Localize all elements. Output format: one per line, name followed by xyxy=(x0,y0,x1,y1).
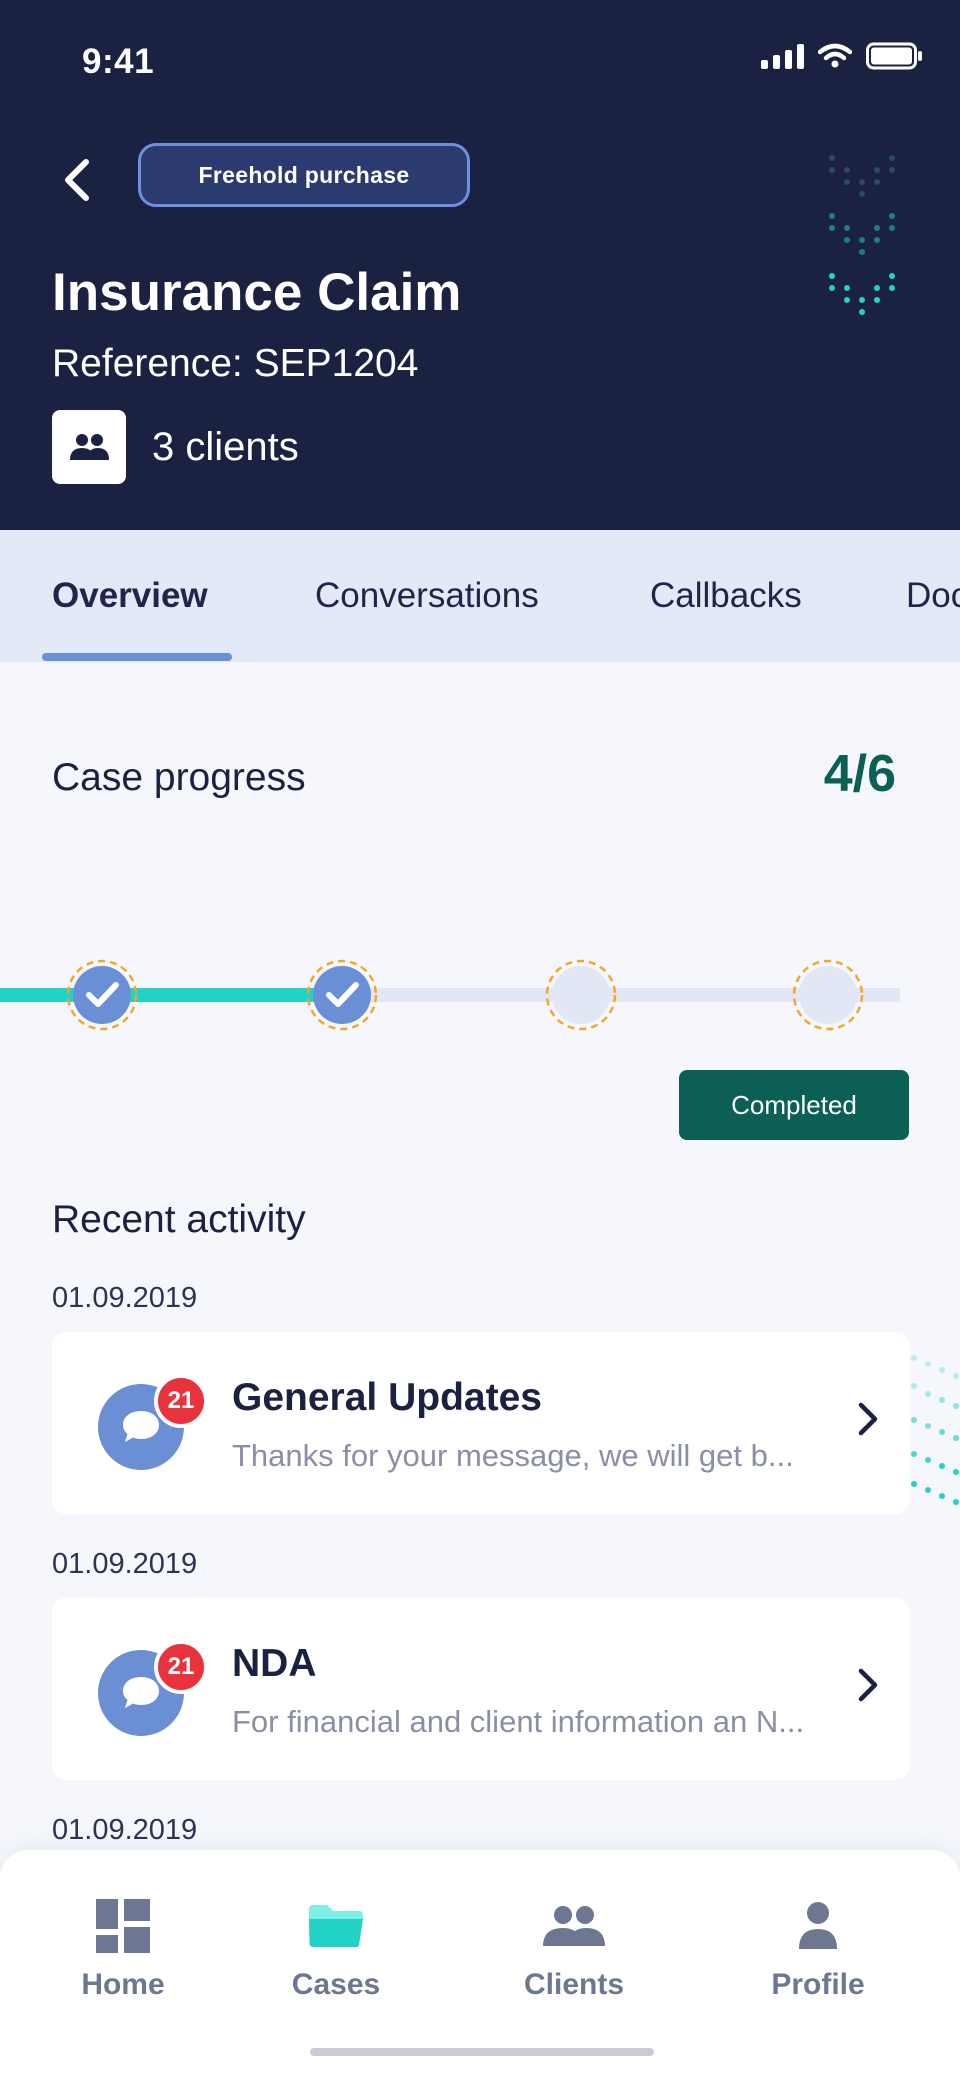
step-pending xyxy=(799,966,857,1024)
nav-label: Clients xyxy=(523,1968,625,2001)
battery-icon xyxy=(866,42,922,70)
activity-card-general-updates[interactable]: 21 General Updates Thanks for your messa… xyxy=(52,1332,910,1514)
tab-callbacks[interactable]: Callbacks xyxy=(650,576,802,616)
clients-link[interactable]: 3 clients xyxy=(52,410,299,484)
completed-button[interactable]: Completed xyxy=(679,1070,909,1140)
home-grid-icon xyxy=(96,1894,150,1958)
bottom-navigation: Home Cases Clients Profile xyxy=(0,1850,960,2079)
purchase-type-tag[interactable]: Freehold purchase xyxy=(138,143,470,207)
case-header: 9:41 Freehold purchase Insurance Claim R… xyxy=(0,0,960,530)
unread-badge: 21 xyxy=(154,1374,208,1428)
decorative-arrow-pattern xyxy=(829,155,895,315)
nav-home[interactable]: Home xyxy=(38,1894,208,2002)
clients-count: 3 clients xyxy=(152,424,299,469)
unread-badge: 21 xyxy=(154,1640,208,1694)
wifi-icon xyxy=(818,43,852,68)
home-indicator xyxy=(310,2048,654,2056)
page-title: Insurance Claim xyxy=(52,263,462,322)
tab-overview[interactable]: Overview xyxy=(52,576,208,616)
activity-card-nda[interactable]: 21 NDA For financial and client informat… xyxy=(52,1598,910,1780)
chevron-right-icon xyxy=(858,1668,878,1702)
nav-cases[interactable]: Cases xyxy=(251,1894,421,2002)
decorative-dot-pattern xyxy=(911,1355,959,1505)
step-complete xyxy=(73,966,131,1024)
chevron-right-icon xyxy=(858,1402,878,1436)
activity-date: 01.09.2019 xyxy=(52,1814,198,1846)
case-reference: Reference: SEP1204 xyxy=(52,342,419,385)
nav-label: Cases xyxy=(291,1968,381,2001)
nav-label: Profile xyxy=(771,1968,865,2001)
step-pending xyxy=(552,966,610,1024)
folder-icon xyxy=(307,1894,365,1958)
recent-activity-title: Recent activity xyxy=(52,1198,306,1241)
activity-title: NDA xyxy=(232,1642,317,1685)
status-icons xyxy=(761,42,924,70)
active-tab-indicator xyxy=(42,653,232,661)
case-tabs: Overview Conversations Callbacks Documen… xyxy=(0,530,960,662)
case-progress-count: 4/6 xyxy=(823,745,896,803)
activity-date: 01.09.2019 xyxy=(52,1282,198,1314)
tab-documents[interactable]: Documents xyxy=(906,576,960,616)
activity-preview: For financial and client information an … xyxy=(232,1704,805,1739)
activity-date: 01.09.2019 xyxy=(52,1548,198,1580)
signal-icon xyxy=(761,43,804,69)
status-time: 9:41 xyxy=(82,42,155,81)
case-progress-title: Case progress xyxy=(52,756,306,799)
nav-profile[interactable]: Profile xyxy=(733,1894,903,2002)
tab-conversations[interactable]: Conversations xyxy=(315,576,539,616)
progress-stepper xyxy=(0,959,900,1031)
back-button[interactable] xyxy=(52,150,102,210)
nav-label: Home xyxy=(81,1968,165,2001)
chevron-left-icon xyxy=(65,159,89,201)
activity-preview: Thanks for your message, we will get b..… xyxy=(232,1438,794,1473)
progress-track-fill xyxy=(0,988,342,1002)
clients-icon xyxy=(52,410,126,484)
people-icon xyxy=(541,1894,607,1958)
activity-title: General Updates xyxy=(232,1376,542,1419)
nav-clients[interactable]: Clients xyxy=(489,1894,659,2002)
person-icon xyxy=(798,1894,838,1958)
step-complete xyxy=(313,966,371,1024)
